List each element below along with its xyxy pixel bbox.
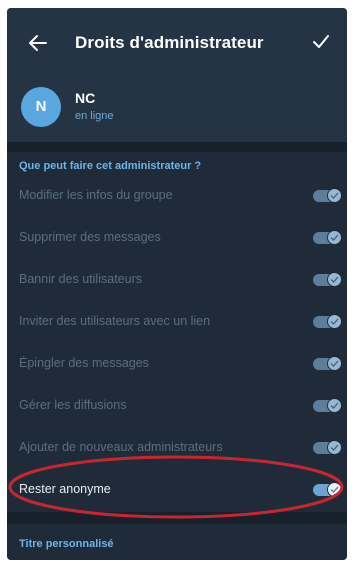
checkmark-icon (330, 402, 339, 410)
section-divider (7, 142, 347, 152)
toggle-knob (327, 314, 342, 329)
permission-label: Épingler des messages (19, 356, 149, 370)
custom-title-header: Titre personnalisé (19, 538, 114, 550)
permission-row-invite-link[interactable]: Inviter des utilisateurs avec un lien (7, 302, 347, 344)
toggle-knob (327, 188, 342, 203)
permission-toggle[interactable] (313, 482, 342, 497)
permission-toggle[interactable] (313, 356, 342, 371)
user-status: en ligne (75, 110, 114, 122)
checkmark-icon (330, 318, 339, 326)
checkmark-icon (330, 360, 339, 368)
permission-label: Inviter des utilisateurs avec un lien (19, 314, 211, 328)
section-divider (7, 512, 347, 524)
page-title: Droits d'administrateur (75, 33, 264, 52)
permission-toggle[interactable] (313, 272, 342, 287)
toggle-knob (327, 272, 342, 287)
toggle-knob (327, 482, 342, 497)
permission-label: Ajouter de nouveaux administrateurs (19, 440, 223, 454)
permission-row-edit-group-info[interactable]: Modifier les infos du groupe (7, 176, 347, 218)
checkmark-icon (330, 192, 339, 200)
permission-row-delete-messages[interactable]: Supprimer des messages (7, 218, 347, 260)
permission-label: Modifier les infos du groupe (19, 188, 173, 202)
checkmark-icon (330, 444, 339, 452)
permission-toggle[interactable] (313, 188, 342, 203)
permission-label: Bannir des utilisateurs (19, 272, 142, 286)
permission-label: Rester anonyme (19, 482, 111, 496)
app-bar: Droits d'administrateur (7, 8, 347, 78)
avatar: N (21, 87, 61, 127)
arrow-left-icon[interactable] (27, 32, 49, 54)
permissions-section: Que peut faire cet administrateur ? Modi… (7, 152, 347, 512)
admin-user-row: N NC en ligne (7, 78, 347, 142)
toggle-knob (327, 230, 342, 245)
toggle-knob (327, 356, 342, 371)
toggle-knob (327, 440, 342, 455)
checkmark-icon (330, 276, 339, 284)
checkmark-icon (330, 486, 339, 494)
permission-row-add-admins[interactable]: Ajouter de nouveaux administrateurs (7, 428, 347, 470)
permission-toggle[interactable] (313, 314, 342, 329)
permission-row-manage-broadcasts[interactable]: Gérer les diffusions (7, 386, 347, 428)
permission-toggle[interactable] (313, 440, 342, 455)
toggle-knob (327, 398, 342, 413)
checkmark-icon[interactable] (311, 32, 331, 52)
permission-row-remain-anonymous[interactable]: Rester anonyme (7, 470, 347, 512)
custom-title-section[interactable]: Titre personnalisé (7, 524, 347, 560)
user-name: NC (75, 90, 96, 106)
checkmark-icon (330, 234, 339, 242)
permission-label: Gérer les diffusions (19, 398, 127, 412)
permission-toggle[interactable] (313, 398, 342, 413)
permission-toggle[interactable] (313, 230, 342, 245)
phone-screen: Droits d'administrateur N NC en ligne Qu… (7, 8, 347, 560)
permission-label: Supprimer des messages (19, 230, 161, 244)
permission-row-ban-users[interactable]: Bannir des utilisateurs (7, 260, 347, 302)
permission-row-pin-messages[interactable]: Épingler des messages (7, 344, 347, 386)
permissions-header: Que peut faire cet administrateur ? (19, 160, 202, 172)
